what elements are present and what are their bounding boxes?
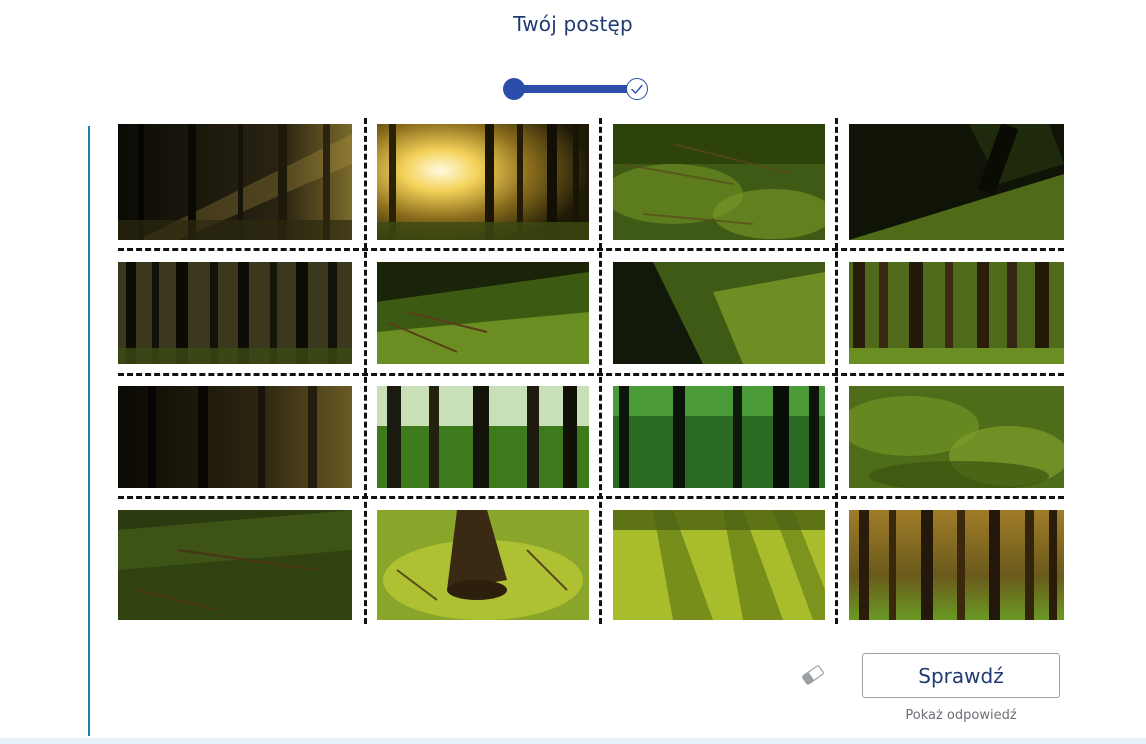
puzzle-tile[interactable]	[118, 262, 352, 364]
puzzle-tile[interactable]	[849, 510, 1064, 620]
puzzle-tile[interactable]	[377, 386, 589, 488]
progress-bar	[513, 85, 635, 93]
content-left-rule	[88, 126, 90, 736]
progress-indicator	[503, 78, 651, 100]
grid-separator	[835, 118, 838, 624]
grid-separator	[118, 248, 1064, 251]
grid-separator	[364, 118, 367, 624]
puzzle-tile[interactable]	[118, 510, 352, 620]
puzzle-tile[interactable]	[849, 262, 1064, 364]
puzzle-tile[interactable]	[118, 386, 352, 488]
check-button[interactable]: Sprawdź	[862, 653, 1060, 698]
puzzle-tile[interactable]	[849, 124, 1064, 240]
puzzle-tile[interactable]	[613, 510, 825, 620]
puzzle-grid	[118, 124, 1064, 620]
check-circle-icon	[626, 78, 648, 100]
puzzle-tile[interactable]	[613, 386, 825, 488]
puzzle-tile[interactable]	[377, 124, 589, 240]
bottom-band	[0, 738, 1146, 744]
grid-separator	[118, 496, 1064, 499]
show-answer-link[interactable]: Pokaż odpowiedź	[862, 708, 1060, 723]
puzzle-tile[interactable]	[849, 386, 1064, 488]
puzzle-tile[interactable]	[377, 262, 589, 364]
progress-title: Twój postęp	[513, 12, 633, 36]
puzzle-tile[interactable]	[118, 124, 352, 240]
grid-separator	[599, 118, 602, 624]
puzzle-tile[interactable]	[613, 124, 825, 240]
grid-separator	[118, 373, 1064, 376]
puzzle-tile[interactable]	[377, 510, 589, 620]
puzzle-tile[interactable]	[613, 262, 825, 364]
eraser-icon[interactable]	[798, 662, 828, 688]
progress-start-dot	[503, 78, 525, 100]
